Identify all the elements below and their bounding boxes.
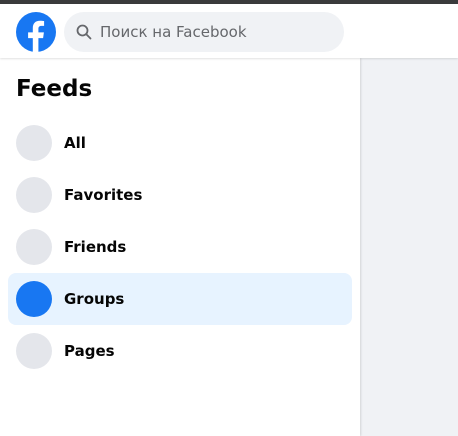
sidebar-item-label: Friends [64, 238, 127, 256]
sidebar-item-label: Groups [64, 290, 125, 308]
sidebar-item-favorites[interactable]: Favorites [8, 169, 352, 221]
top-navigation-bar [0, 4, 458, 58]
sidebar-item-label: Favorites [64, 186, 143, 204]
facebook-logo-icon[interactable] [16, 12, 56, 52]
feeds-sidebar: Feeds All Favorites Friends Groups Pages [0, 58, 360, 436]
friends-feed-icon [16, 229, 52, 265]
pages-feed-icon [16, 333, 52, 369]
sidebar-item-label: Pages [64, 342, 115, 360]
search-input[interactable] [100, 23, 330, 41]
sidebar-item-groups[interactable]: Groups [8, 273, 352, 325]
sidebar-item-friends[interactable]: Friends [8, 221, 352, 273]
search-icon [76, 24, 92, 40]
favorites-feed-icon [16, 177, 52, 213]
page-title: Feeds [16, 76, 93, 102]
main-content-area [360, 58, 458, 436]
all-feed-icon [16, 125, 52, 161]
sidebar-item-pages[interactable]: Pages [8, 325, 352, 377]
groups-feed-icon [16, 281, 52, 317]
search-bar[interactable] [64, 12, 344, 52]
sidebar-item-all[interactable]: All [8, 117, 352, 169]
sidebar-item-label: All [64, 134, 86, 152]
